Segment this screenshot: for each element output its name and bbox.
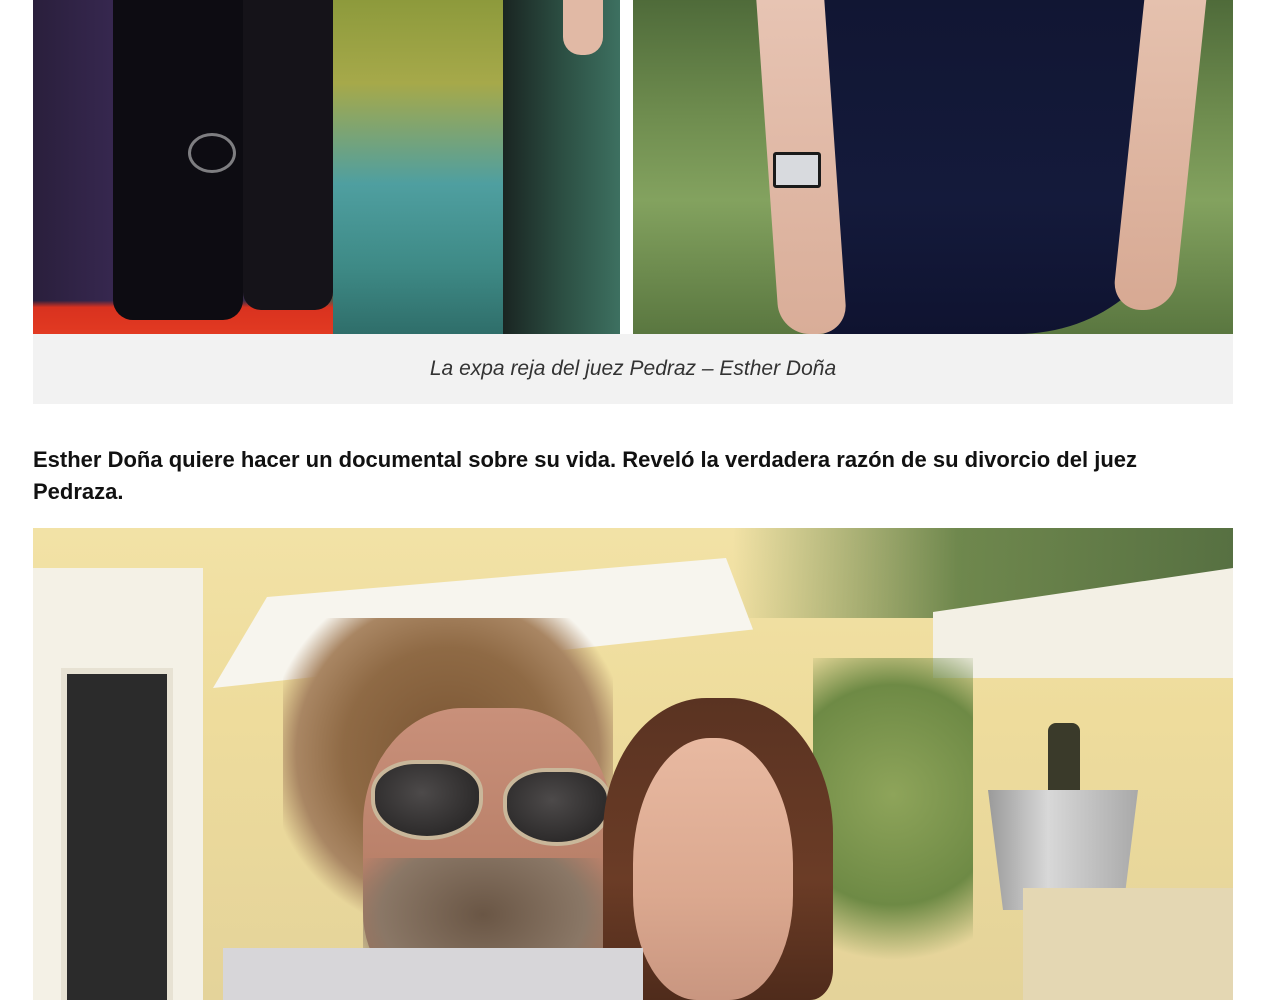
- photo-caption: La expa reja del juez Pedraz – Esther Do…: [33, 334, 1233, 404]
- article-body: La expa reja del juez Pedraz – Esther Do…: [0, 0, 1280, 1000]
- article-photo[interactable]: [33, 528, 1233, 1000]
- lead-paragraph: Esther Doña quiere hacer un documental s…: [33, 447, 1137, 504]
- gallery-photo-left[interactable]: [33, 0, 620, 334]
- event-logo: [188, 133, 236, 173]
- wristwatch: [773, 152, 821, 188]
- sunglasses: [371, 760, 483, 840]
- photo-gallery: [33, 0, 1233, 334]
- photo-caption-text: La expa reja del juez Pedraz – Esther Do…: [429, 357, 837, 380]
- gallery-photo-right[interactable]: [633, 0, 1233, 334]
